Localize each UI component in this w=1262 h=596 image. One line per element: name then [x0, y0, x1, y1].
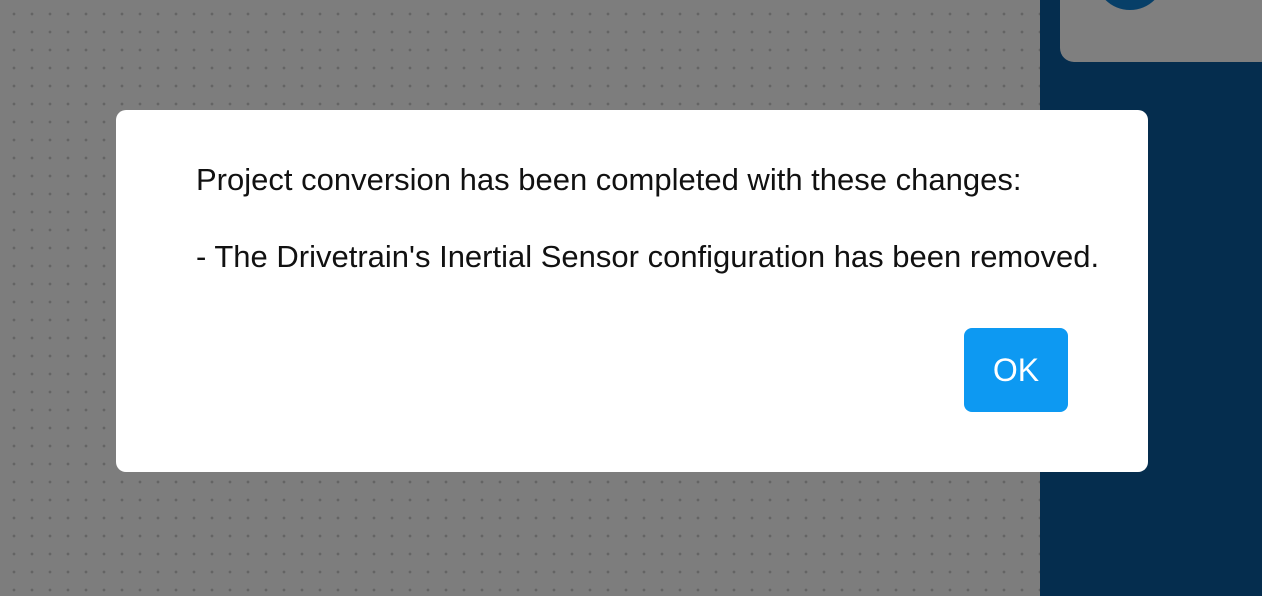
conversion-dialog: Project conversion has been completed wi…: [116, 110, 1148, 472]
change-item: - The Drivetrain's Inertial Sensor confi…: [196, 239, 1100, 274]
app-window: A Project conversion has been completed …: [0, 0, 1262, 596]
dialog-title: Project conversion has been completed wi…: [196, 162, 1022, 197]
ok-button[interactable]: OK: [964, 328, 1068, 412]
